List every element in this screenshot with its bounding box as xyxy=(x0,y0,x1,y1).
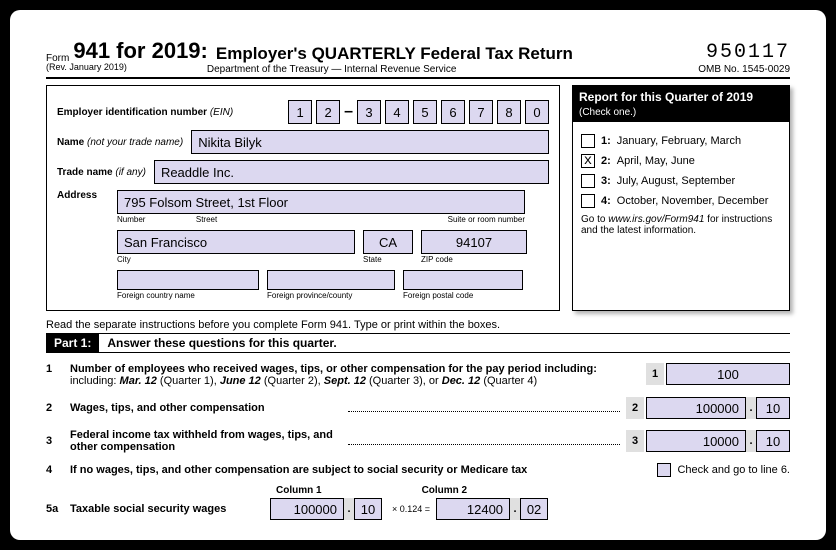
dotted-leader xyxy=(348,404,620,412)
multiplier-text: × 0.124 = xyxy=(392,504,430,514)
foreign-postal-sublabel: Foreign postal code xyxy=(403,291,523,300)
ein-digit[interactable]: 7 xyxy=(469,100,493,124)
line-2-text: Wages, tips, and other compensation xyxy=(70,402,342,414)
line-number: 4 xyxy=(46,464,70,476)
checkbox[interactable] xyxy=(581,194,595,208)
form-header: Form 941 for 2019: Employer's QUARTERLY … xyxy=(46,38,790,79)
column-headers: Column 1 Column 2 xyxy=(276,485,790,496)
ein-digit[interactable]: 3 xyxy=(357,100,381,124)
quarter-option-2[interactable]: x 2: April, May, June xyxy=(581,154,781,168)
foreign-country-sublabel: Foreign country name xyxy=(117,291,259,300)
form-number: 941 for 2019: xyxy=(73,38,208,64)
line-number: 3 xyxy=(46,435,70,447)
ein-digit[interactable]: 0 xyxy=(525,100,549,124)
ein-label: Employer identification number (EIN) xyxy=(57,107,233,118)
street-input[interactable]: 795 Folsom Street, 1st Floor xyxy=(117,190,525,214)
foreign-province-input[interactable] xyxy=(267,270,395,290)
quarter-option-3[interactable]: 3: July, August, September xyxy=(581,174,781,188)
ein-digit[interactable]: 6 xyxy=(441,100,465,124)
dotted-leader xyxy=(348,437,620,445)
checkbox[interactable] xyxy=(581,134,595,148)
form-code: 950117 xyxy=(698,41,790,64)
quarter-option-1[interactable]: 1: January, February, March xyxy=(581,134,781,148)
line-4-check[interactable]: Check and go to line 6. xyxy=(657,463,790,477)
line-4-text: If no wages, tips, and other compensatio… xyxy=(70,464,637,476)
line-3-text: Federal income tax withheld from wages, … xyxy=(70,429,342,453)
street-sublabel: Number xyxy=(117,215,145,224)
ein-digit[interactable]: 4 xyxy=(385,100,409,124)
line-3-value[interactable]: 10000.10 xyxy=(646,430,790,452)
revision-date: (Rev. January 2019) xyxy=(46,62,127,75)
checkbox[interactable] xyxy=(581,174,595,188)
instructions-text: Read the separate instructions before yo… xyxy=(46,319,790,331)
form-page: Form 941 for 2019: Employer's QUARTERLY … xyxy=(10,10,826,540)
foreign-province-sublabel: Foreign province/county xyxy=(267,291,395,300)
line-number: 5a xyxy=(46,503,70,515)
part-1-header: Part 1: Answer these questions for this … xyxy=(46,333,790,353)
quarter-report-box: Report for this Quarter of 2019 (Check o… xyxy=(572,85,790,311)
checkbox[interactable] xyxy=(657,463,671,477)
ein-digit[interactable]: 1 xyxy=(288,100,312,124)
foreign-country-input[interactable] xyxy=(117,270,259,290)
dept-text: Department of the Treasury — Internal Re… xyxy=(207,64,457,75)
ein-digit[interactable]: 2 xyxy=(316,100,340,124)
ein-digit[interactable]: 5 xyxy=(413,100,437,124)
part-title: Answer these questions for this quarter. xyxy=(107,336,336,350)
name-label: Name (not your trade name) xyxy=(57,137,183,148)
name-input[interactable]: Nikita Bilyk xyxy=(191,130,549,154)
line-5a-col2[interactable]: 12400.02 xyxy=(436,498,548,520)
trade-label: Trade name (if any) xyxy=(57,167,146,178)
trade-input[interactable]: Readdle Inc. xyxy=(154,160,549,184)
quarter-header: Report for this Quarter of 2019 (Check o… xyxy=(573,86,789,122)
form-title: Employer's QUARTERLY Federal Tax Return xyxy=(216,44,573,64)
line-1-text: Number of employees who received wages, … xyxy=(70,363,646,387)
state-input[interactable]: CA xyxy=(363,230,413,254)
line-1-value[interactable]: 100 xyxy=(666,363,790,385)
line-5a-text: Taxable social security wages xyxy=(70,503,270,515)
city-sublabel: City xyxy=(117,255,355,264)
employer-info-box: Employer identification number (EIN) 1 2… xyxy=(46,85,560,311)
instructions-link: Go to www.irs.gov/Form941 for instructio… xyxy=(581,214,781,236)
foreign-postal-input[interactable] xyxy=(403,270,523,290)
quarter-option-4[interactable]: 4: October, November, December xyxy=(581,194,781,208)
line-2-value[interactable]: 100000.10 xyxy=(646,397,790,419)
line-3-boxnum: 3 xyxy=(626,430,644,452)
street-sublabel: Suite or room number xyxy=(448,215,525,224)
checkbox[interactable]: x xyxy=(581,154,595,168)
line-number: 1 xyxy=(46,363,70,375)
ein-dash: – xyxy=(344,103,353,121)
city-input[interactable]: San Francisco xyxy=(117,230,355,254)
zip-input[interactable]: 94107 xyxy=(421,230,527,254)
omb-number: OMB No. 1545-0029 xyxy=(698,64,790,75)
line-5a-col1[interactable]: 100000.10 xyxy=(270,498,382,520)
line-1-boxnum: 1 xyxy=(646,363,664,385)
line-number: 2 xyxy=(46,402,70,414)
part-label: Part 1: xyxy=(46,334,99,352)
ein-digit[interactable]: 8 xyxy=(497,100,521,124)
address-label: Address xyxy=(57,190,109,201)
ein-field[interactable]: 1 2 – 3 4 5 6 7 8 0 xyxy=(288,100,549,124)
state-sublabel: State xyxy=(363,255,413,264)
line-2-boxnum: 2 xyxy=(626,397,644,419)
zip-sublabel: ZIP code xyxy=(421,255,527,264)
street-sublabel: Street xyxy=(196,215,217,224)
